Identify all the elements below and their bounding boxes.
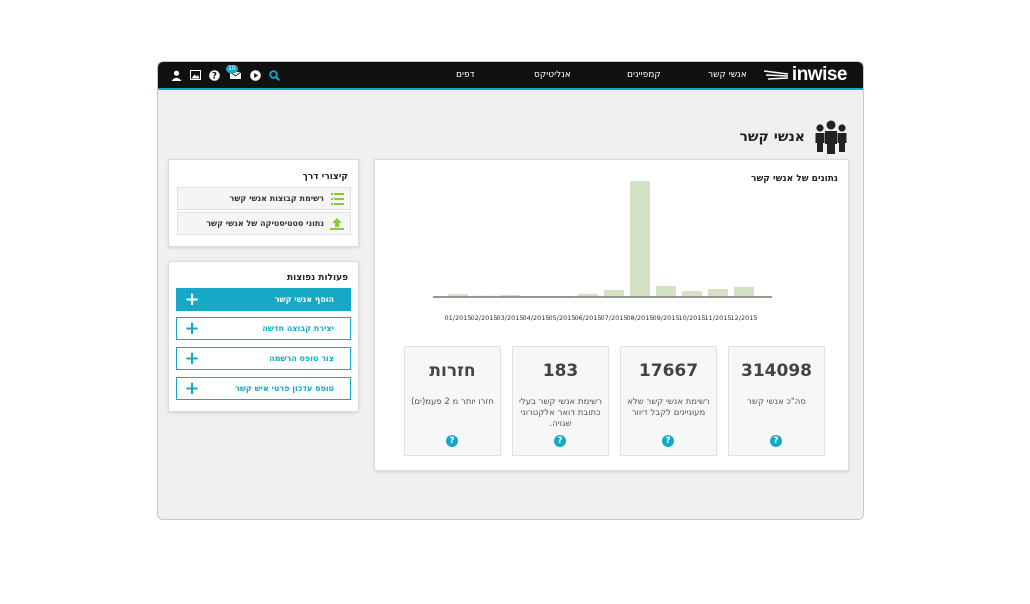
nav-analytics[interactable]: אנליטיקס (534, 62, 571, 88)
help-icon[interactable]: ? (446, 435, 458, 447)
chart-tick-label: 04/2015 (522, 314, 549, 322)
shortcut-contact-statistics[interactable]: נתוני סטטיסטיקה של אנשי קשר (177, 212, 351, 235)
nav-pages[interactable]: דפים (456, 62, 475, 88)
nav-campaigns[interactable]: קמפיינים (627, 62, 661, 88)
plus-icon: + (184, 347, 200, 369)
people-icon (815, 120, 847, 154)
common-actions-panel: פעולות נפוצות הוסף אנשי קשר + יצירת קבוצ… (168, 261, 359, 412)
stat-label: רשימת אנשי קשר שלא מעוניינים לקבל דיוור (627, 397, 710, 418)
chart-tick-label: 11/2015 (704, 314, 731, 322)
update-contact-form-button[interactable]: טופס עדכון פרטי איש קשר + (176, 377, 351, 400)
stat-value: 183 (542, 361, 579, 381)
common-actions-title: פעולות נפוצות (286, 273, 348, 283)
user-icon[interactable] (170, 69, 182, 81)
page-title: אנשי קשר (739, 129, 805, 145)
toolbar-icons: ? 10 (170, 65, 280, 83)
chart-bar (630, 181, 650, 297)
messages-icon[interactable]: 10 (226, 65, 242, 81)
help-icon[interactable]: ? (208, 69, 220, 81)
action-label: הוסף אנשי קשר (274, 295, 334, 304)
plus-icon: + (184, 288, 200, 310)
stat-unsubscribed: 17667 רשימת אנשי קשר שלא מעוניינים לקבל … (620, 346, 717, 456)
stat-value: 314098 (741, 361, 812, 381)
chart-tick-label: 05/2015 (548, 314, 575, 322)
chart-bar (656, 285, 676, 297)
nav-contacts[interactable]: אנשי קשר (708, 62, 747, 88)
chart-tick-label: 06/2015 (574, 314, 601, 322)
chart-tick-label: 12/2015 (730, 314, 757, 322)
stat-duplicates: חזרות חזרו יותר מ 2 פעמ(ים) ? (404, 346, 501, 456)
logo-text: inwise (791, 64, 848, 85)
chart-tick-label: 08/2015 (626, 314, 653, 322)
stat-label: חזרו יותר מ 2 פעמ(ים) (411, 397, 494, 407)
inwise-logo[interactable]: inwise (763, 64, 848, 85)
plus-icon: + (184, 377, 200, 399)
svg-text:?: ? (212, 71, 217, 80)
messages-badge: 10 (226, 65, 238, 73)
shortcuts-panel: קיצורי דרך רשימת קבוצות אנשי קשר נתוני ס… (168, 159, 359, 247)
stat-total-contacts: 314098 סה"כ אנשי קשר ? (728, 346, 825, 456)
help-icon[interactable]: ? (770, 435, 782, 447)
stat-value: 17667 (638, 361, 699, 381)
chart-bar (682, 290, 702, 297)
chart-bar (734, 286, 754, 297)
list-icon (330, 192, 344, 205)
add-contacts-button[interactable]: הוסף אנשי קשר + (176, 288, 351, 311)
help-icon[interactable]: ? (554, 435, 566, 447)
logo-swoosh-icon (763, 70, 789, 80)
search-icon[interactable] (268, 69, 280, 81)
page-header: אנשי קשר (739, 119, 849, 155)
upload-chart-icon (330, 217, 344, 230)
chart-bar (604, 289, 624, 297)
action-label: יצירת קבוצה חדשה (262, 324, 334, 333)
shortcut-label: רשימת קבוצות אנשי קשר (229, 194, 324, 203)
help-icon[interactable]: ? (662, 435, 674, 447)
play-icon[interactable] (249, 69, 261, 81)
contacts-stats-panel: נתונים של אנשי קשר 01/2015 02/2015 03/2015… (374, 159, 849, 471)
shortcut-label: נתוני סטטיסטיקה של אנשי קשר (206, 219, 324, 228)
image-icon[interactable] (189, 69, 201, 81)
stat-invalid-emails: 183 רשימת אנשי קשר בעלי כתובת דואר אלקטר… (512, 346, 609, 456)
shortcut-contact-groups[interactable]: רשימת קבוצות אנשי קשר (177, 187, 351, 210)
chart-tick-label: 07/2015 (600, 314, 627, 322)
contacts-bar-chart: 01/201502/201503/201504/201505/201506/20… (433, 181, 772, 322)
stat-label: רשימת אנשי קשר בעלי כתובת דואר אלקטרוני … (518, 397, 602, 429)
chart-tick-label: 10/2015 (678, 314, 705, 322)
action-label: טופס עדכון פרטי איש קשר (235, 384, 334, 393)
create-group-button[interactable]: יצירת קבוצה חדשה + (176, 317, 351, 340)
stat-value: חזרות (429, 361, 476, 381)
chart-bar (708, 288, 728, 297)
top-navigation-bar: inwise אנשי קשר קמפיינים אנליטיקס דפים ?… (158, 62, 863, 90)
app-window: inwise אנשי קשר קמפיינים אנליטיקס דפים ?… (157, 61, 864, 520)
chart-tick-label: 01/2015 (444, 314, 471, 322)
shortcuts-title: קיצורי דרך (302, 172, 348, 182)
action-label: צור טופס הרשמה (269, 354, 334, 363)
chart-tick-label: 09/2015 (652, 314, 679, 322)
plus-icon: + (184, 317, 200, 339)
stat-label: סה"כ אנשי קשר (747, 397, 806, 407)
chart-tick-label: 03/2015 (496, 314, 523, 322)
chart-tick-label: 02/2015 (470, 314, 497, 322)
create-signup-form-button[interactable]: צור טופס הרשמה + (176, 347, 351, 370)
